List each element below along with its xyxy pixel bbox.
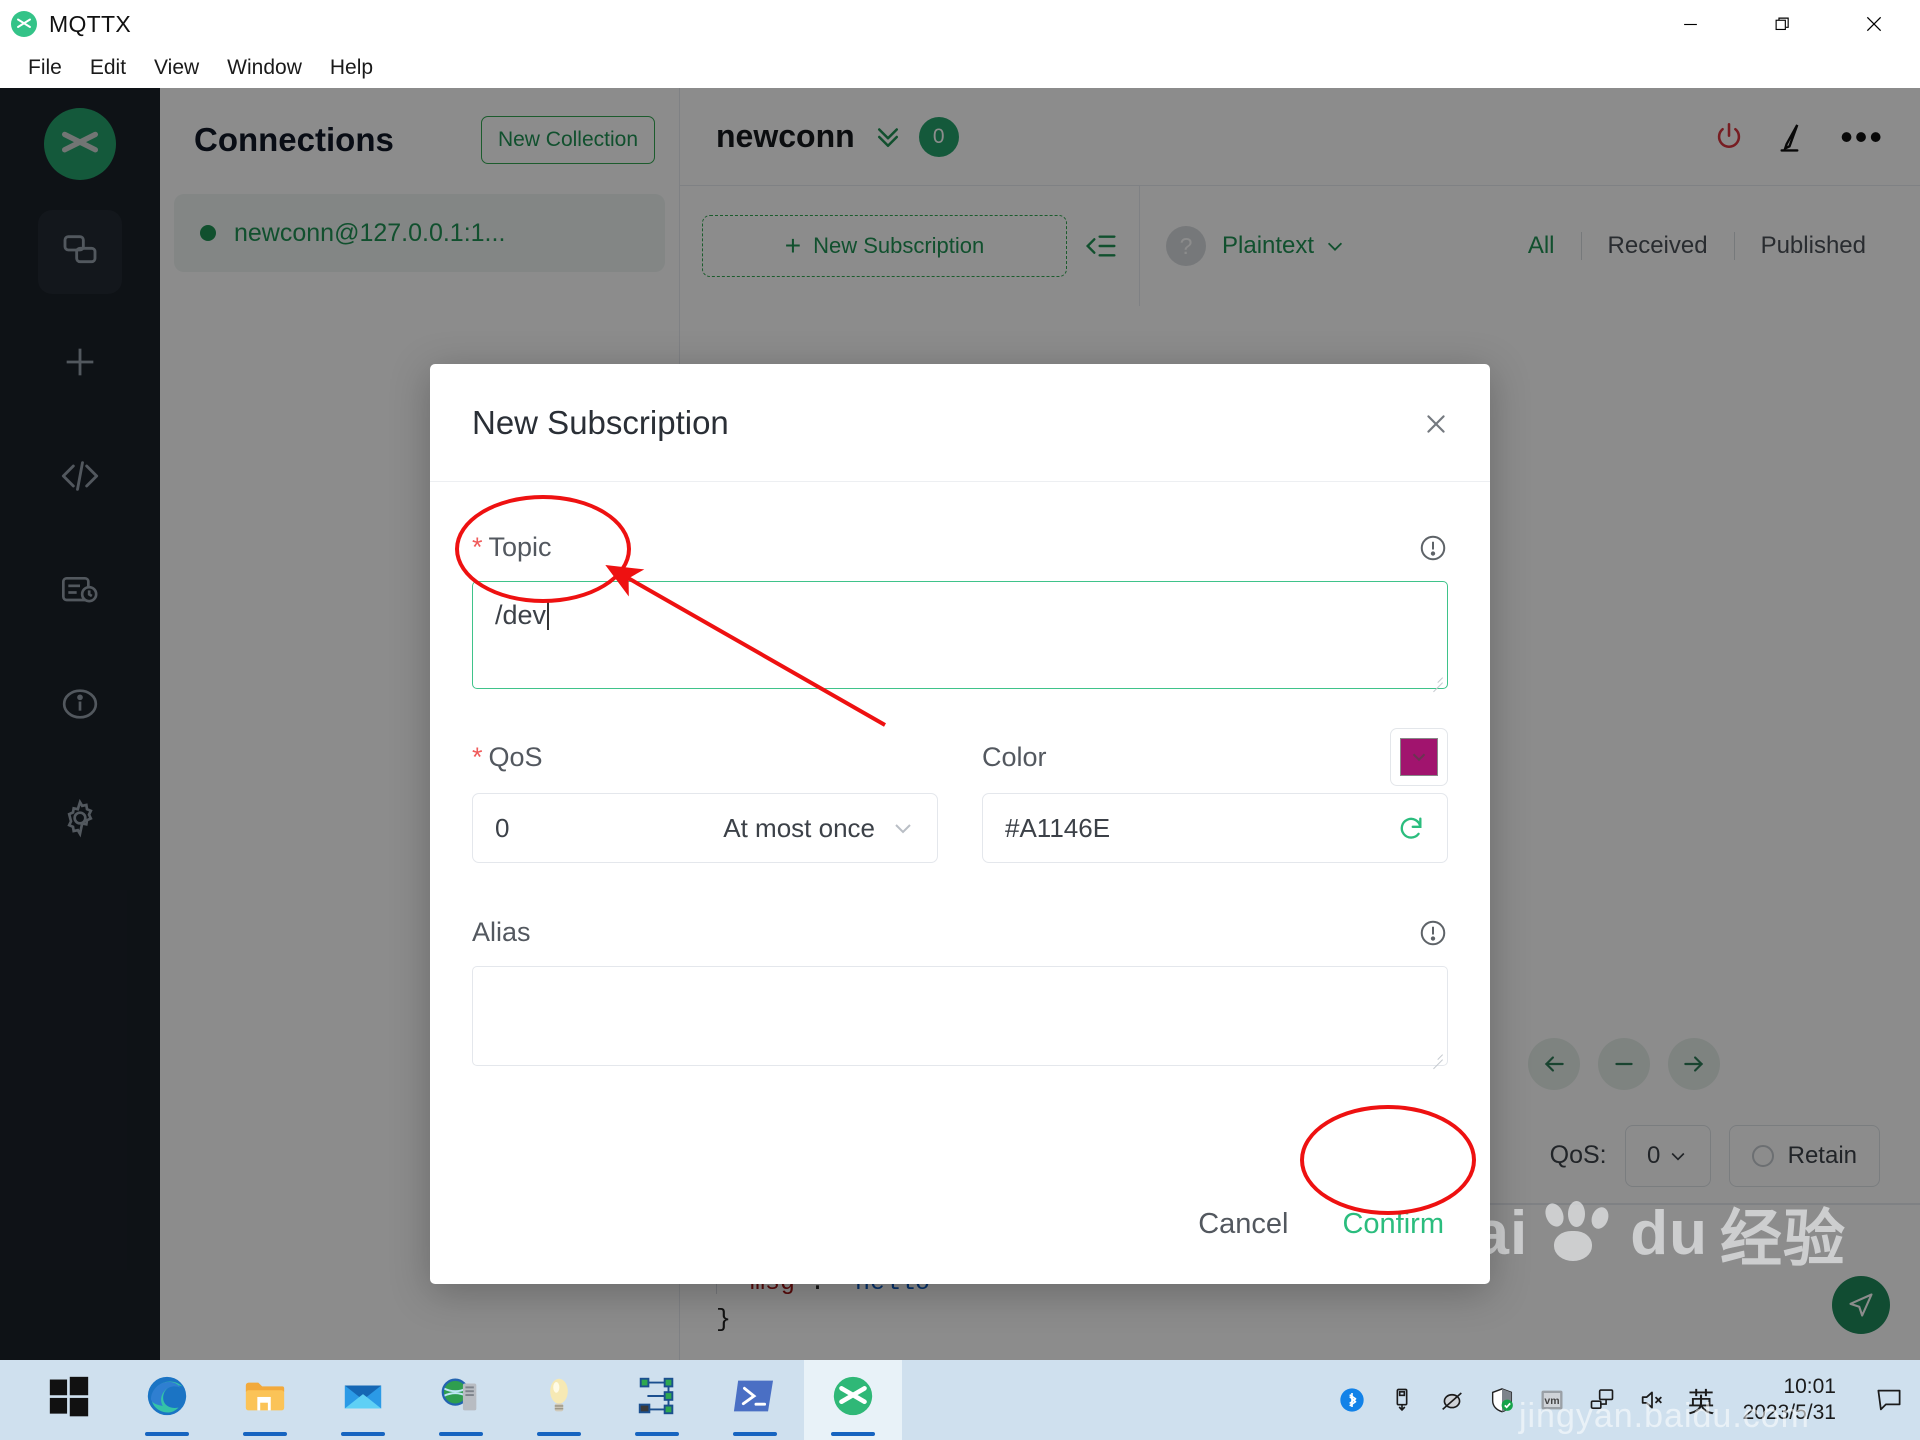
topic-label: Topic [488, 532, 552, 562]
qos-field: * QoS 0 At most once [472, 737, 938, 863]
qos-select[interactable]: 0 At most once [472, 793, 938, 863]
resize-handle[interactable] [1429, 1048, 1443, 1062]
resize-handle[interactable] [1429, 671, 1443, 685]
dialog-header: New Subscription [430, 364, 1490, 482]
network-drive-icon [441, 1378, 477, 1411]
app-body: Connections New Collection newconn@127.0… [0, 88, 1920, 1360]
usb-icon[interactable] [1388, 1386, 1416, 1414]
dialog-body: * Topic /dev * QoS 0 At most once Color … [430, 482, 1490, 1066]
taskbar-mqttx[interactable] [804, 1360, 902, 1440]
confirm-button[interactable]: Confirm [1342, 1208, 1444, 1241]
chevron-down-icon [1412, 753, 1426, 762]
qos-color-row: * QoS 0 At most once Color #A1146E [472, 728, 1448, 863]
alias-label-row: Alias [472, 917, 1448, 948]
color-field: Color #A1146E [982, 728, 1448, 863]
paw-icon [1540, 1200, 1618, 1265]
chevron-down-icon [891, 816, 915, 840]
menu-file[interactable]: File [14, 54, 76, 82]
windows-icon [49, 1376, 89, 1417]
alias-field: Alias [472, 917, 1448, 1066]
menu-help[interactable]: Help [316, 54, 387, 82]
qos-label: QoS [488, 741, 543, 772]
mqttx-logo-icon [11, 11, 37, 37]
required-mark: * [472, 741, 483, 772]
edge-icon [147, 1376, 187, 1416]
refresh-icon[interactable] [1397, 814, 1425, 842]
bluetooth-icon[interactable] [1338, 1386, 1366, 1414]
alias-input[interactable] [472, 966, 1448, 1066]
taskbar-network-tool[interactable] [608, 1360, 706, 1440]
lightbulb-icon [550, 1378, 568, 1412]
watermark-url: jingyan.baidu.com [1518, 1397, 1810, 1435]
qos-value-text: At most once [723, 812, 875, 843]
menu-edit[interactable]: Edit [76, 54, 140, 82]
color-input[interactable]: #A1146E [982, 793, 1448, 863]
taskbar-file-explorer[interactable] [216, 1360, 314, 1440]
watermark-brand2: du [1630, 1198, 1708, 1268]
folder-icon [245, 1382, 285, 1411]
taskbar-icons [0, 1360, 902, 1440]
mqttx-logo-icon [833, 1376, 873, 1416]
color-label: Color [982, 741, 1047, 772]
dialog-footer: Cancel Confirm [430, 1164, 1490, 1284]
cancel-button[interactable]: Cancel [1198, 1208, 1288, 1241]
new-subscription-dialog: New Subscription * Topic /dev * QoS 0 At… [430, 364, 1490, 1284]
text-caret [547, 600, 550, 630]
topic-label-row: * Topic [472, 532, 1448, 563]
taskbar-network-drive[interactable] [412, 1360, 510, 1440]
topic-value: /dev [495, 600, 547, 630]
powershell-icon [733, 1380, 774, 1412]
color-swatch [1400, 738, 1438, 776]
start-button[interactable] [20, 1360, 118, 1440]
menu-view[interactable]: View [140, 54, 213, 82]
required-mark: * [472, 532, 483, 562]
warning-circle-icon[interactable] [1418, 533, 1448, 563]
close-icon[interactable] [1418, 406, 1454, 442]
watermark-suffix: 经验 [1719, 1205, 1846, 1274]
qos-label-row: * QoS [472, 737, 938, 777]
window-controls [1644, 0, 1920, 48]
topic-input[interactable]: /dev [472, 581, 1448, 689]
notification-icon[interactable] [1868, 1385, 1904, 1415]
mail-icon [344, 1385, 382, 1409]
app-title: MQTTX [49, 10, 131, 37]
taskbar-powershell[interactable] [706, 1360, 804, 1440]
color-label-row: Color [982, 728, 1448, 786]
window-titlebar: MQTTX [0, 0, 1920, 48]
color-picker-button[interactable] [1390, 728, 1448, 786]
alias-label: Alias [472, 917, 531, 947]
minimize-icon[interactable] [1644, 0, 1736, 48]
dialog-title: New Subscription [472, 404, 729, 441]
shield-check-icon[interactable] [1488, 1386, 1516, 1414]
close-icon[interactable] [1828, 0, 1920, 48]
baidu-watermark: Bai du 经验 [1429, 1188, 1846, 1278]
qos-value: 0 [495, 812, 510, 843]
maximize-restore-icon[interactable] [1736, 0, 1828, 48]
taskbar-mail[interactable] [314, 1360, 412, 1440]
warning-circle-icon[interactable] [1418, 918, 1448, 948]
taskbar-edge[interactable] [118, 1360, 216, 1440]
network-topology-icon [638, 1377, 674, 1415]
menu-window[interactable]: Window [213, 54, 316, 82]
menubar: File Edit View Window Help [0, 48, 1920, 88]
color-value: #A1146E [1005, 812, 1111, 843]
mouse-off-icon[interactable] [1438, 1386, 1466, 1414]
taskbar-lamp-app[interactable] [510, 1360, 608, 1440]
